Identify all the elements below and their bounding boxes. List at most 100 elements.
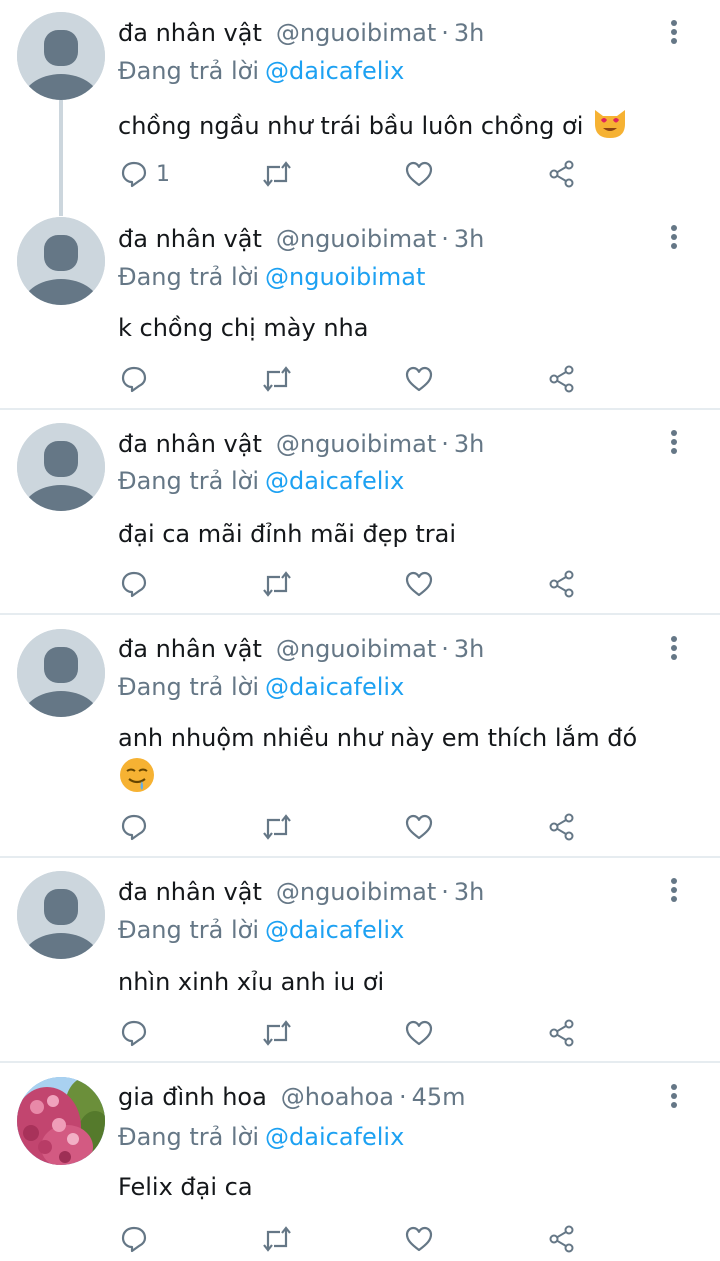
replying-to-label: Đang trả lời [118, 263, 260, 291]
share-button[interactable] [548, 809, 576, 845]
more-vertical-icon [671, 225, 677, 249]
tweet-actions [0, 361, 720, 397]
user-handle[interactable]: @nguoibimat [276, 635, 436, 663]
tweet-actions: 1 [0, 156, 720, 192]
retweet-icon [263, 1020, 291, 1046]
avatar[interactable] [17, 629, 105, 717]
timestamp[interactable]: 3h [454, 635, 484, 663]
share-button[interactable] [548, 566, 576, 602]
tweet-text: nhìn xinh xỉu anh iu ơi [118, 964, 678, 1000]
display-name[interactable]: đa nhân vật [118, 635, 262, 663]
replying-to-handle[interactable]: @daicafelix [265, 673, 404, 701]
display-name[interactable]: đa nhân vật [118, 430, 262, 458]
tweet[interactable]: gia đình hoa @hoahoa · 45m Đang trả lời @dai… [0, 1063, 720, 1261]
flower-photo-avatar [17, 1077, 105, 1165]
like-button[interactable] [405, 566, 433, 602]
reply-button[interactable]: 1 [120, 156, 170, 192]
user-handle[interactable]: @nguoibimat [276, 225, 436, 253]
timestamp[interactable]: 3h [454, 878, 484, 906]
like-button[interactable] [405, 361, 433, 397]
reply-button[interactable] [120, 1221, 156, 1257]
like-button[interactable] [405, 1015, 433, 1051]
replying-to-handle[interactable]: @daicafelix [265, 1123, 404, 1151]
user-handle[interactable]: @hoahoa [281, 1083, 394, 1111]
tweet[interactable]: đa nhân vật @nguoibimat · 3h Đang trả lời @d… [0, 410, 720, 615]
replying-to-label: Đang trả lời [118, 57, 260, 85]
avatar[interactable] [17, 12, 105, 100]
display-name[interactable]: đa nhân vật [118, 225, 262, 253]
avatar[interactable] [17, 217, 105, 305]
replying-to-handle[interactable]: @daicafelix [265, 467, 404, 495]
replying-to: Đang trả lời @nguoibimat [118, 260, 425, 294]
like-icon [405, 1020, 433, 1046]
tweet[interactable]: đa nhân vật @nguoibimat · 3h Đang trả lời @d… [0, 0, 720, 216]
replying-to: Đang trả lời @daicafelix [118, 670, 404, 704]
reply-button[interactable] [120, 809, 156, 845]
reply-icon [121, 814, 147, 841]
more-vertical-icon [671, 636, 677, 660]
share-button[interactable] [548, 361, 576, 397]
more-menu-button[interactable] [664, 427, 684, 457]
share-icon [549, 365, 574, 393]
replying-to-handle[interactable]: @daicafelix [265, 57, 404, 85]
reply-icon [121, 161, 147, 188]
share-button[interactable] [548, 156, 576, 192]
avatar-placeholder-icon [17, 871, 105, 959]
user-handle[interactable]: @nguoibimat [276, 19, 436, 47]
share-icon [549, 570, 574, 598]
display-name[interactable]: gia đình hoa [118, 1083, 267, 1111]
like-button[interactable] [405, 809, 433, 845]
retweet-button[interactable] [261, 566, 293, 602]
replying-to-label: Đang trả lời [118, 673, 260, 701]
more-menu-button[interactable] [664, 17, 684, 47]
reply-icon [121, 1226, 147, 1253]
separator-dot: · [441, 19, 449, 47]
timestamp[interactable]: 45m [412, 1083, 466, 1111]
retweet-button[interactable] [261, 809, 293, 845]
like-button[interactable] [405, 1221, 433, 1257]
tweet[interactable]: đa nhân vật @nguoibimat · 3h Đang trả lời @d… [0, 615, 720, 858]
avatar[interactable] [17, 1077, 105, 1165]
like-button[interactable] [405, 156, 433, 192]
more-menu-button[interactable] [664, 875, 684, 905]
display-name[interactable]: đa nhân vật [118, 878, 262, 906]
reply-button[interactable] [120, 361, 156, 397]
retweet-button[interactable] [261, 361, 293, 397]
timestamp[interactable]: 3h [454, 225, 484, 253]
tweet[interactable]: đa nhân vật @nguoibimat · 3h Đang trả lời @n… [0, 206, 720, 410]
reply-button[interactable] [120, 566, 156, 602]
reply-button[interactable] [120, 1015, 156, 1051]
share-button[interactable] [548, 1221, 576, 1257]
tweet[interactable]: đa nhân vật @nguoibimat · 3h Đang trả lời @d… [0, 858, 720, 1063]
reply-icon [121, 571, 147, 598]
retweet-button[interactable] [261, 1221, 293, 1257]
more-menu-button[interactable] [664, 222, 684, 252]
like-icon [405, 814, 433, 840]
more-menu-button[interactable] [664, 1081, 684, 1111]
timestamp[interactable]: 3h [454, 430, 484, 458]
more-vertical-icon [671, 20, 677, 44]
replying-to-handle[interactable]: @nguoibimat [265, 263, 425, 291]
tweet-actions [0, 1221, 720, 1257]
display-name[interactable]: đa nhân vật [118, 19, 262, 47]
tweet-header: đa nhân vật @nguoibimat · 3h [118, 16, 484, 50]
share-icon [549, 1225, 574, 1253]
share-button[interactable] [548, 1015, 576, 1051]
drooling-face-emoji [118, 756, 156, 804]
replying-to-label: Đang trả lời [118, 467, 260, 495]
replying-to-label: Đang trả lời [118, 916, 260, 944]
retweet-button[interactable] [261, 156, 293, 192]
share-icon [549, 160, 574, 188]
more-menu-button[interactable] [664, 633, 684, 663]
avatar[interactable] [17, 871, 105, 959]
retweet-icon [263, 1226, 291, 1252]
tweet-text-content: k chồng chị mày nha [118, 314, 369, 342]
like-icon [405, 1226, 433, 1252]
user-handle[interactable]: @nguoibimat [276, 878, 436, 906]
avatar[interactable] [17, 423, 105, 511]
tweet-text-content: Felix đại ca [118, 1173, 253, 1201]
user-handle[interactable]: @nguoibimat [276, 430, 436, 458]
replying-to-handle[interactable]: @daicafelix [265, 916, 404, 944]
timestamp[interactable]: 3h [454, 19, 484, 47]
retweet-button[interactable] [261, 1015, 293, 1051]
